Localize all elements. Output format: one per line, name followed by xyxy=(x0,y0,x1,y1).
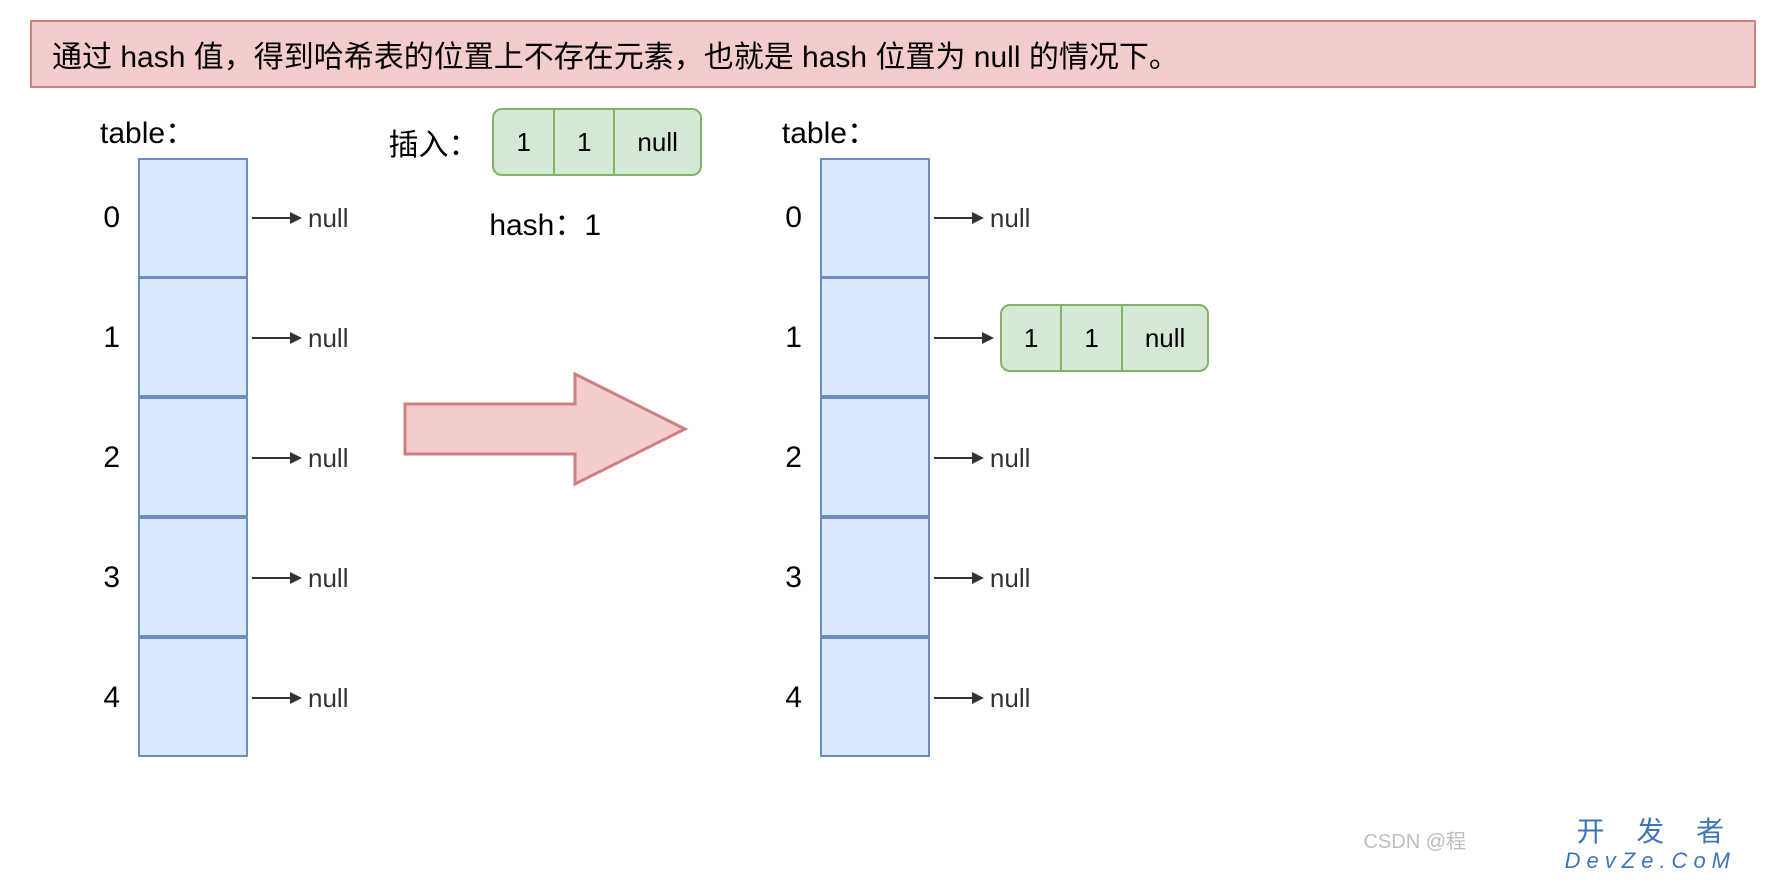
bucket-cell xyxy=(138,158,248,278)
pointer-arrow: null xyxy=(934,563,1030,594)
null-label: null xyxy=(990,563,1030,594)
insert-node: 1 1 null xyxy=(492,108,701,176)
node-next: null xyxy=(615,110,699,174)
table-row: 0 null xyxy=(742,158,1209,278)
node-key: 1 xyxy=(1002,306,1062,370)
bucket-index: 3 xyxy=(60,561,138,595)
pointer-arrow: null xyxy=(252,443,348,474)
null-label: null xyxy=(990,203,1030,234)
pointer-arrow: null xyxy=(252,323,348,354)
description-banner: 通过 hash 值，得到哈希表的位置上不存在元素，也就是 hash 位置为 nu… xyxy=(30,20,1756,88)
null-label: null xyxy=(308,203,348,234)
csdn-watermark: CSDN @程 xyxy=(1363,825,1466,854)
node-value: 1 xyxy=(1062,306,1122,370)
transition-arrow-icon xyxy=(395,364,695,499)
table-row: 1 null xyxy=(60,278,348,398)
bucket-index: 4 xyxy=(742,681,820,715)
bucket-index: 3 xyxy=(742,561,820,595)
table-row: 0 null xyxy=(60,158,348,278)
bucket-index: 1 xyxy=(742,321,820,355)
table-row: 3 null xyxy=(742,518,1209,638)
null-label: null xyxy=(308,683,348,714)
bucket-cell xyxy=(138,517,248,637)
bucket-cell xyxy=(820,517,930,637)
middle-column: 插入： 1 1 null hash：1 xyxy=(388,108,701,499)
table-row: 3 null xyxy=(60,518,348,638)
bucket-cell xyxy=(138,277,248,397)
table-row: 4 null xyxy=(60,638,348,758)
bucket-index: 1 xyxy=(60,321,138,355)
node-value: 1 xyxy=(555,110,615,174)
pointer-arrow: null xyxy=(252,563,348,594)
pointer-arrow: null xyxy=(934,203,1030,234)
pointer-arrow: null xyxy=(252,203,348,234)
insert-label: 插入： xyxy=(388,120,478,164)
bucket-cell xyxy=(820,637,930,757)
right-table-column: table： 0 null 1 1 xyxy=(742,108,1209,758)
node-key: 1 xyxy=(494,110,554,174)
bucket-cell xyxy=(820,277,930,397)
bucket-index: 0 xyxy=(742,201,820,235)
right-hashtable: 0 null 1 1 1 null xyxy=(742,158,1209,758)
left-hashtable: 0 null 1 null 2 xyxy=(60,158,348,758)
table-row: 4 null xyxy=(742,638,1209,758)
pointer-arrow: null xyxy=(934,443,1030,474)
left-table-label: table： xyxy=(100,108,348,152)
null-label: null xyxy=(308,563,348,594)
watermark-line2: DevZe.CoM xyxy=(1565,848,1736,874)
pointer-arrow: null xyxy=(934,683,1030,714)
insert-row: 插入： 1 1 null xyxy=(388,108,701,176)
null-label: null xyxy=(308,443,348,474)
right-table-label: table： xyxy=(782,108,1209,152)
bucket-cell xyxy=(820,158,930,278)
left-table-column: table： 0 null 1 null xyxy=(60,108,348,758)
node-next: null xyxy=(1123,306,1207,370)
bucket-cell xyxy=(138,637,248,757)
diagram-stage: table： 0 null 1 null xyxy=(20,108,1766,758)
bucket-cell xyxy=(820,397,930,517)
hash-label: hash：1 xyxy=(489,200,601,244)
null-label: null xyxy=(990,683,1030,714)
bucket-index: 0 xyxy=(60,201,138,235)
watermark-line1: 开 发 者 xyxy=(1576,810,1736,850)
bucket-cell xyxy=(138,397,248,517)
pointer-arrow: null xyxy=(252,683,348,714)
pointer-arrow: 1 1 null xyxy=(934,304,1209,372)
linked-node: 1 1 null xyxy=(1000,304,1209,372)
table-row: 2 null xyxy=(742,398,1209,518)
table-row: 2 null xyxy=(60,398,348,518)
bucket-index: 2 xyxy=(742,441,820,475)
table-row: 1 1 1 null xyxy=(742,278,1209,398)
bucket-index: 2 xyxy=(60,441,138,475)
null-label: null xyxy=(990,443,1030,474)
null-label: null xyxy=(308,323,348,354)
bucket-index: 4 xyxy=(60,681,138,715)
